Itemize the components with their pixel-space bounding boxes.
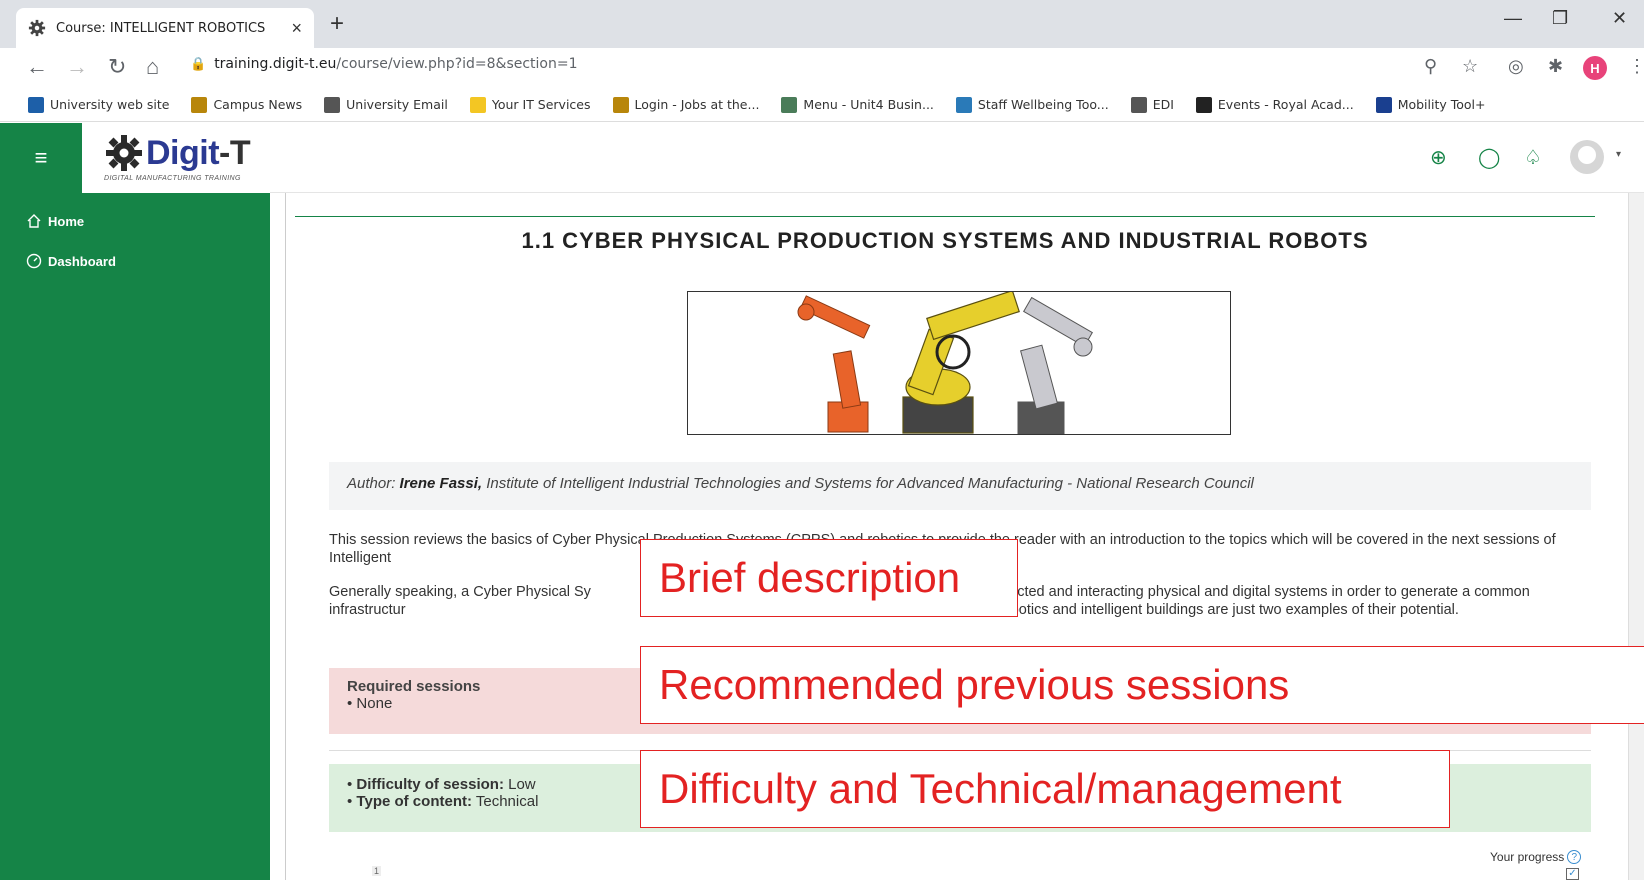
bookmark-item[interactable]: Campus News bbox=[191, 96, 303, 113]
section-number-badge: 1 bbox=[372, 866, 382, 876]
bookmark-item[interactable]: Mobility Tool+ bbox=[1375, 96, 1486, 113]
completion-checkbox[interactable]: ✓ bbox=[1566, 868, 1579, 880]
url-path: /course/view.php?id=8&section=1 bbox=[336, 56, 578, 72]
bookmark-label: University Email bbox=[346, 97, 448, 112]
bookmark-item[interactable]: University web site bbox=[28, 96, 170, 113]
author-name: Irene Fassi, bbox=[399, 475, 483, 492]
bookmark-item[interactable]: Staff Wellbeing Too... bbox=[955, 96, 1109, 113]
bookmark-label: Staff Wellbeing Too... bbox=[977, 97, 1109, 112]
address-bar[interactable]: 🔒 training.digit-t.eu/course/view.php?id=… bbox=[190, 56, 578, 72]
bookmark-label: Events - Royal Acad... bbox=[1217, 97, 1354, 112]
bookmark-favicon-icon bbox=[469, 96, 486, 113]
bookmark-favicon-icon bbox=[955, 96, 972, 113]
bookmarks-bar: University web site Campus News University… bbox=[0, 88, 1644, 122]
gear-favicon-icon bbox=[28, 19, 46, 37]
bookmark-favicon-icon bbox=[1375, 96, 1392, 113]
gear-logo-icon bbox=[106, 135, 142, 171]
bookmark-label: Campus News bbox=[213, 97, 303, 112]
home-icon[interactable]: ⌂ bbox=[146, 54, 159, 80]
user-menu-caret-icon[interactable]: ▾ bbox=[1616, 149, 1621, 160]
bookmark-label: University web site bbox=[50, 97, 170, 112]
bookmark-label: EDI bbox=[1152, 97, 1174, 112]
more-menu-icon[interactable]: ⋮ bbox=[1628, 56, 1644, 77]
author-box: Author: Irene Fassi, Institute of Intell… bbox=[329, 462, 1591, 510]
browser-toolbar: ← → ↻ ⌂ 🔒 training.digit-t.eu/course/view… bbox=[0, 48, 1644, 88]
bookmark-label: Menu - Unit4 Busin... bbox=[803, 97, 934, 112]
language-globe-icon[interactable]: ⊕ bbox=[1430, 145, 1447, 170]
notifications-bell-icon[interactable]: ♤ bbox=[1524, 145, 1542, 170]
tab-close-icon[interactable]: × bbox=[291, 18, 302, 39]
bookmark-item[interactable]: University Email bbox=[324, 96, 448, 113]
bookmark-item[interactable]: Login - Jobs at the... bbox=[612, 96, 760, 113]
bookmark-favicon-icon bbox=[324, 96, 341, 113]
bookmark-favicon-icon bbox=[781, 96, 798, 113]
logo-wordmark: Digit-T bbox=[146, 133, 251, 172]
bookmark-label: Login - Jobs at the... bbox=[634, 97, 760, 112]
profile-avatar[interactable]: H bbox=[1583, 56, 1607, 80]
nav-drawer: Home Dashboard bbox=[0, 193, 270, 880]
messages-icon[interactable]: ◯ bbox=[1478, 145, 1500, 170]
bookmark-item[interactable]: EDI bbox=[1130, 96, 1174, 113]
minimize-icon[interactable]: — bbox=[1504, 8, 1522, 29]
page-scrollbar[interactable] bbox=[1628, 193, 1644, 880]
bookmark-item[interactable]: Menu - Unit4 Busin... bbox=[781, 96, 934, 113]
tab-title: Course: INTELLIGENT ROBOTICS bbox=[56, 20, 266, 36]
section-title: 1.1 CYBER PHYSICAL PRODUCTION SYSTEMS AN… bbox=[521, 228, 1369, 253]
site-header: ≡ Digit-T DIGITAL MANUFACTURING TRAINING… bbox=[0, 123, 1644, 193]
home-icon bbox=[27, 214, 41, 228]
bookmark-label: Mobility Tool+ bbox=[1397, 97, 1486, 112]
forward-icon[interactable]: → bbox=[66, 54, 88, 80]
progress-label: Your progress bbox=[1490, 850, 1565, 864]
url-host: training.digit-t.eu bbox=[214, 56, 337, 72]
logo-tagline: DIGITAL MANUFACTURING TRAINING bbox=[104, 175, 241, 182]
restore-icon[interactable]: ❐ bbox=[1552, 8, 1568, 29]
star-icon[interactable]: ☆ bbox=[1462, 56, 1478, 77]
reload-icon[interactable]: ↻ bbox=[108, 54, 126, 80]
annotation-brief-description: Brief description bbox=[640, 539, 1018, 617]
bookmark-favicon-icon bbox=[191, 96, 208, 113]
help-icon[interactable]: ? bbox=[1567, 850, 1582, 864]
bookmark-favicon-icon bbox=[1130, 96, 1147, 113]
nav-home-label: Home bbox=[48, 213, 85, 229]
author-affiliation: Institute of Intelligent Industrial Tech… bbox=[482, 475, 1254, 492]
bookmark-favicon-icon bbox=[28, 96, 44, 113]
zoom-icon[interactable]: ⚲ bbox=[1424, 56, 1437, 77]
puzzle-icon[interactable]: ✱ bbox=[1548, 56, 1563, 77]
bookmark-item[interactable]: Your IT Services bbox=[469, 96, 591, 113]
bookmark-label: Your IT Services bbox=[491, 97, 591, 112]
author-label: Author: bbox=[347, 475, 400, 492]
lock-icon: 🔒 bbox=[190, 57, 207, 72]
window-close-icon[interactable]: ✕ bbox=[1612, 8, 1627, 29]
back-icon[interactable]: ← bbox=[26, 54, 48, 80]
bookmark-favicon-icon bbox=[1195, 96, 1212, 113]
nav-dashboard[interactable]: Dashboard bbox=[26, 253, 116, 269]
browser-tab[interactable]: Course: INTELLIGENT ROBOTICS × bbox=[16, 8, 314, 48]
dashboard-gauge-icon bbox=[26, 253, 42, 269]
menu-toggle-icon[interactable]: ≡ bbox=[0, 123, 82, 193]
nav-dashboard-label: Dashboard bbox=[48, 253, 116, 269]
annotation-recommended-sessions: Recommended previous sessions bbox=[640, 646, 1644, 724]
site-logo[interactable]: Digit-T bbox=[104, 133, 251, 173]
industrial-robots-image bbox=[687, 291, 1231, 435]
nav-home[interactable]: Home bbox=[26, 213, 84, 229]
browser-tab-bar: Course: INTELLIGENT ROBOTICS × + — ❐ ✕ bbox=[0, 0, 1644, 48]
bookmark-favicon-icon bbox=[612, 96, 629, 113]
bookmark-item[interactable]: Events - Royal Acad... bbox=[1195, 96, 1354, 113]
extension-icon[interactable]: ◎ bbox=[1508, 56, 1524, 77]
annotation-difficulty: Difficulty and Technical/management bbox=[640, 750, 1450, 828]
progress-indicator: Your progress ? bbox=[1490, 850, 1582, 864]
section-divider bbox=[295, 216, 1595, 217]
user-avatar[interactable] bbox=[1570, 140, 1604, 174]
new-tab-button[interactable]: + bbox=[330, 10, 344, 38]
